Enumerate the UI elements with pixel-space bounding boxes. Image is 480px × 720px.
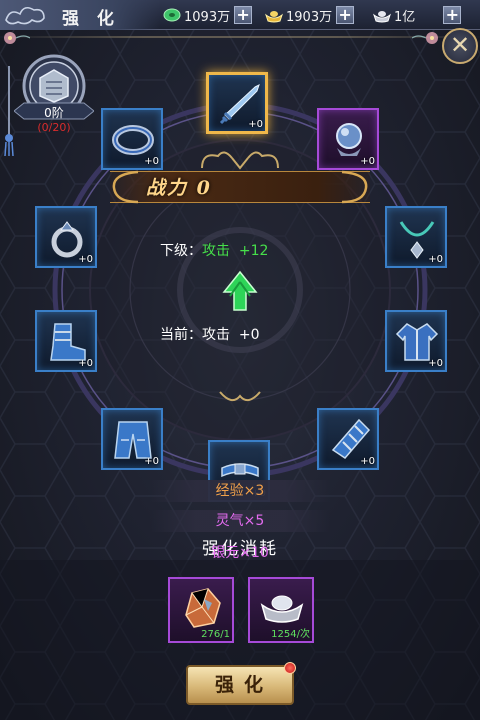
material-silver[interactable]: 1254/次 — [248, 577, 314, 643]
frame-divider — [0, 36, 480, 38]
slot-pants[interactable]: +0 — [101, 408, 163, 470]
add-jade-button[interactable]: + — [234, 6, 253, 24]
slot-ring[interactable]: +0 — [35, 206, 97, 268]
slot-level: +0 — [428, 254, 443, 265]
next-level-stat: 下级：攻击 +12 — [160, 240, 268, 260]
gold-value: 1903万 — [286, 9, 333, 25]
material-count: 276/1 — [201, 629, 230, 640]
gold-currency: 1903万 + — [264, 4, 355, 26]
slot-level: +0 — [78, 254, 93, 265]
silver-value: 1亿 — [394, 9, 416, 25]
next-attr: 攻击 — [202, 243, 230, 259]
flower-ornament-right-icon — [412, 32, 438, 44]
slot-level: +0 — [78, 358, 93, 369]
close-button[interactable]: ✕ — [442, 28, 478, 64]
add-silver-button[interactable]: + — [443, 6, 462, 24]
banner-right-ornament — [341, 170, 368, 204]
combat-power: 战力 0 — [146, 177, 212, 199]
slot-orb[interactable]: +0 — [317, 108, 379, 170]
current-value: +0 — [238, 327, 260, 343]
slot-weapon[interactable]: +0 — [206, 72, 268, 134]
cloud-scroll-ornament — [201, 151, 279, 170]
strengthen-button[interactable]: 强化 — [186, 665, 294, 705]
current-attr: 攻击 — [202, 327, 230, 343]
next-label: 下级： — [160, 243, 202, 259]
strengthen-screen: 强 化 1093万 + 1903万 + 1亿 + ✕ 0阶 (0/20) 战力 … — [0, 0, 480, 720]
crystal-ore-icon — [185, 588, 221, 628]
slot-bracer[interactable]: +0 — [101, 108, 163, 170]
add-gold-button[interactable]: + — [336, 6, 355, 24]
slot-gloves[interactable]: +0 — [317, 408, 379, 470]
exp-cost: 经验×3 — [150, 480, 330, 502]
bottom-ornament — [219, 391, 261, 402]
jade-icon — [163, 8, 181, 22]
silver-cost: 银元×10 — [211, 545, 269, 561]
qi-cost: 灵气×5 — [150, 510, 330, 532]
slot-necklace[interactable]: +0 — [385, 206, 447, 268]
next-value: +12 — [238, 243, 269, 259]
upgrade-arrow-icon — [222, 270, 258, 311]
slot-boots[interactable]: +0 — [35, 310, 97, 372]
silver-ingot-icon — [260, 595, 304, 623]
silver-ingot-icon — [373, 11, 391, 23]
flower-ornament-icon — [4, 32, 30, 44]
jade-currency: 1093万 + — [162, 4, 253, 26]
cloud-ornament-icon — [5, 6, 45, 25]
slot-level: +0 — [144, 156, 159, 167]
slot-level: +0 — [360, 456, 375, 467]
slot-level: +0 — [248, 119, 263, 130]
current-label: 当前： — [160, 327, 202, 343]
page-title: 强 化 — [62, 9, 120, 29]
slot-level: +0 — [144, 456, 159, 467]
current-stat: 当前：攻击 +0 — [160, 324, 260, 344]
slot-armor[interactable]: +0 — [385, 310, 447, 372]
top-bar: 强 化 1093万 + 1903万 + 1亿 + — [0, 0, 480, 30]
slot-level: +0 — [428, 358, 443, 369]
slot-level: +0 — [360, 156, 375, 167]
gold-ingot-icon — [265, 11, 283, 23]
material-count: 1254/次 — [271, 629, 310, 640]
silver-currency: 1亿 + — [372, 4, 462, 26]
notification-dot — [284, 662, 296, 674]
material-crystal[interactable]: 276/1 — [168, 577, 234, 643]
banner-left-ornament — [112, 170, 139, 204]
jade-value: 1093万 — [184, 9, 231, 25]
